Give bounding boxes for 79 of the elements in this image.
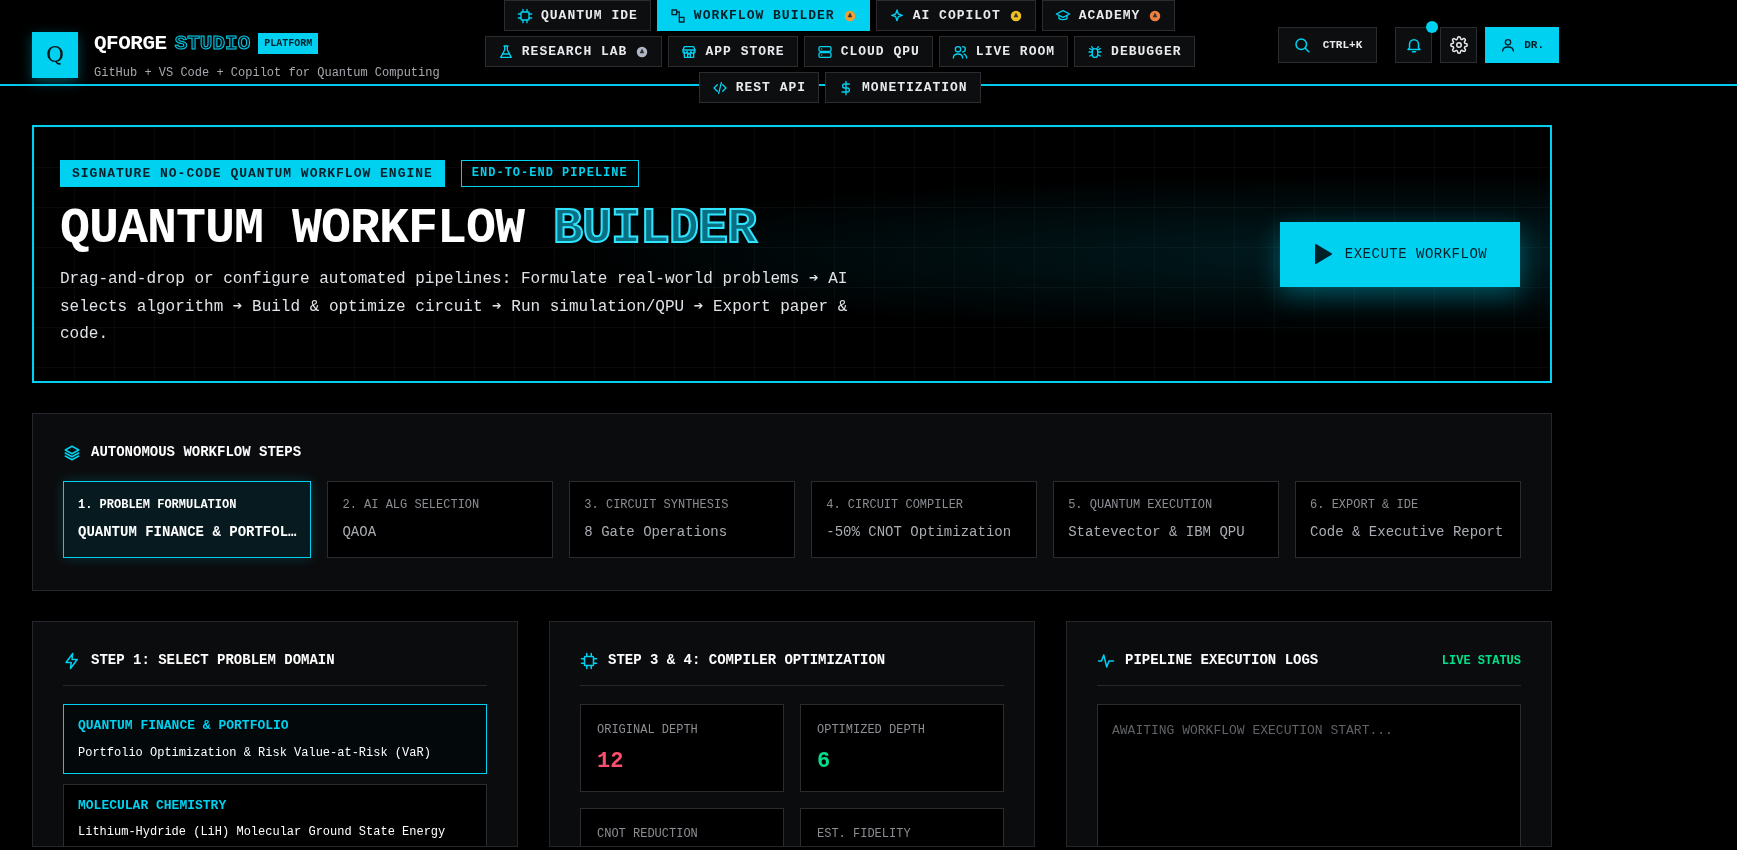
bell-icon bbox=[1404, 36, 1423, 54]
nav-tab[interactable]: RESEARCH LAB bbox=[484, 36, 663, 67]
storefront-icon bbox=[681, 43, 698, 60]
live-status: LIVE STATUS bbox=[1441, 652, 1521, 670]
workflow-step[interactable]: 1. PROBLEM FORMULATION QUANTUM FINANCE & PORTFOL… bbox=[63, 481, 312, 558]
pulse-icon bbox=[1097, 651, 1115, 670]
layers-icon bbox=[63, 443, 81, 462]
user-button[interactable]: DR. bbox=[1485, 27, 1560, 63]
logo[interactable]: Q bbox=[32, 31, 78, 78]
domain-name: MOLECULAR CHEMISTRY bbox=[78, 796, 228, 815]
settings-icon bbox=[1449, 36, 1468, 54]
domain-description: Lithium-Hydride (LiH) Molecular Ground State Energy bbox=[78, 824, 447, 841]
step-value: QUANTUM FINANCE & PORTFOL… bbox=[78, 523, 297, 542]
domain-name: QUANTUM FINANCE & PORTFOLIO bbox=[78, 717, 290, 735]
bug-icon bbox=[1087, 43, 1104, 60]
step-label: 5. QUANTUM EXECUTION bbox=[1068, 497, 1214, 514]
hero-description: Drag-and-drop or configure automated pipelines: Formulate real-world problems ➔ AI selects algorithm ➔ Build & optimize circuit ➔ Run simulation/QPU ➔ Export paper & code. bbox=[60, 269, 849, 345]
log-message: AWAITING WORKFLOW EXECUTION START... bbox=[1112, 723, 1393, 738]
step-value: QAOA bbox=[342, 523, 378, 542]
settings-button[interactable] bbox=[1440, 27, 1478, 63]
step-label: 4. CIRCUIT COMPILER bbox=[826, 497, 965, 514]
metric-label: CNOT REDUCTION bbox=[597, 826, 699, 843]
nav-tab[interactable]: LIVE ROOM bbox=[938, 36, 1069, 67]
flow-icon bbox=[669, 7, 686, 24]
panel-title: STEP 3 & 4: COMPILER OPTIMIZATION bbox=[608, 651, 886, 670]
nav-tab[interactable]: MONETIZATION bbox=[825, 72, 981, 103]
workflow-step[interactable]: 5. QUANTUM EXECUTION Statevector & IBM QPU bbox=[1053, 481, 1280, 558]
user-icon bbox=[1500, 37, 1517, 53]
platform-badge: PLATFORM bbox=[258, 33, 319, 55]
search-icon bbox=[1292, 36, 1311, 54]
nav-tab[interactable]: CLOUD QPU bbox=[803, 36, 933, 67]
nav-tab[interactable]: ACADEMY bbox=[1041, 0, 1176, 31]
code-icon bbox=[711, 79, 728, 96]
panel-title: STEP 1: SELECT PROBLEM DOMAIN bbox=[91, 651, 335, 670]
chip-icon bbox=[580, 651, 598, 670]
panel-title: PIPELINE EXECUTION LOGS bbox=[1125, 651, 1319, 670]
workflow-step[interactable]: 3. CIRCUIT SYNTHESIS 8 Gate Operations bbox=[569, 481, 796, 558]
nav-tab[interactable]: QUANTUM IDE bbox=[504, 0, 651, 31]
users-icon bbox=[951, 43, 968, 60]
step-value: Statevector & IBM QPU bbox=[1068, 523, 1246, 542]
chip-icon bbox=[517, 7, 533, 24]
brand-name: QFORGE bbox=[94, 31, 167, 57]
tagline: GitHub + VS Code + Copilot for Quantum Computing bbox=[94, 64, 440, 82]
metric-value: 6 bbox=[817, 748, 832, 776]
step-label: 6. EXPORT & IDE bbox=[1310, 497, 1420, 514]
step-value: 8 Gate Operations bbox=[584, 523, 729, 542]
execute-button[interactable]: EXECUTE WORKFLOW bbox=[1280, 221, 1520, 287]
step-label: 2. AI ALG SELECTION bbox=[342, 497, 481, 514]
workflow-step[interactable]: 4. CIRCUIT COMPILER -50% CNOT Optimization bbox=[811, 481, 1038, 558]
metric-label: EST. FIDELITY bbox=[817, 826, 912, 843]
step-value: Code & Executive Report bbox=[1310, 523, 1505, 542]
step-label: 1. PROBLEM FORMULATION bbox=[78, 497, 238, 514]
metric-label: ORIGINAL DEPTH bbox=[597, 722, 699, 739]
play-icon bbox=[1312, 243, 1333, 265]
hero-tag: END-TO-END PIPELINE bbox=[460, 159, 639, 188]
workflow-step[interactable]: 6. EXPORT & IDE Code & Executive Report bbox=[1295, 481, 1521, 558]
panel-title: AUTONOMOUS WORKFLOW STEPS bbox=[91, 443, 302, 462]
sparkle-icon bbox=[888, 7, 905, 24]
nav-tab[interactable]: WORKFLOW BUILDER bbox=[656, 0, 870, 31]
lightning-icon bbox=[63, 651, 81, 670]
flask-icon bbox=[497, 43, 514, 60]
nav-tab[interactable]: REST API bbox=[698, 72, 820, 103]
hero-tag: SIGNATURE NO-CODE QUANTUM WORKFLOW ENGINE bbox=[60, 159, 445, 188]
step-label: 3. CIRCUIT SYNTHESIS bbox=[584, 497, 730, 514]
domain-option[interactable]: QUANTUM FINANCE & PORTFOLIO Portfolio Optimization & Risk Value-at-Risk (VaR) bbox=[63, 704, 487, 774]
nav-tab[interactable]: DEBUGGER bbox=[1074, 36, 1195, 67]
hero-title: QUANTUM WORKFLOW BUILDER bbox=[60, 201, 758, 257]
search-button[interactable]: CTRL+K bbox=[1277, 27, 1378, 63]
brand-accent: STUDIO bbox=[174, 31, 251, 57]
metric-value: 12 bbox=[597, 748, 625, 776]
domain-description: Portfolio Optimization & Risk Value-at-Risk (VaR) bbox=[78, 744, 432, 762]
workflow-step[interactable]: 2. AI ALG SELECTION QAOA bbox=[327, 481, 554, 558]
notifications-button[interactable] bbox=[1395, 27, 1433, 63]
nav-tab[interactable]: APP STORE bbox=[668, 36, 798, 67]
server-icon bbox=[816, 43, 833, 60]
metric-label: OPTIMIZED DEPTH bbox=[817, 722, 927, 739]
step-value: -50% CNOT Optimization bbox=[826, 523, 1013, 542]
domain-option[interactable]: MOLECULAR CHEMISTRY Lithium-Hydride (LiH) Molecular Ground State Energy bbox=[63, 783, 487, 846]
nav-tab[interactable]: AI COPILOT bbox=[875, 0, 1036, 31]
